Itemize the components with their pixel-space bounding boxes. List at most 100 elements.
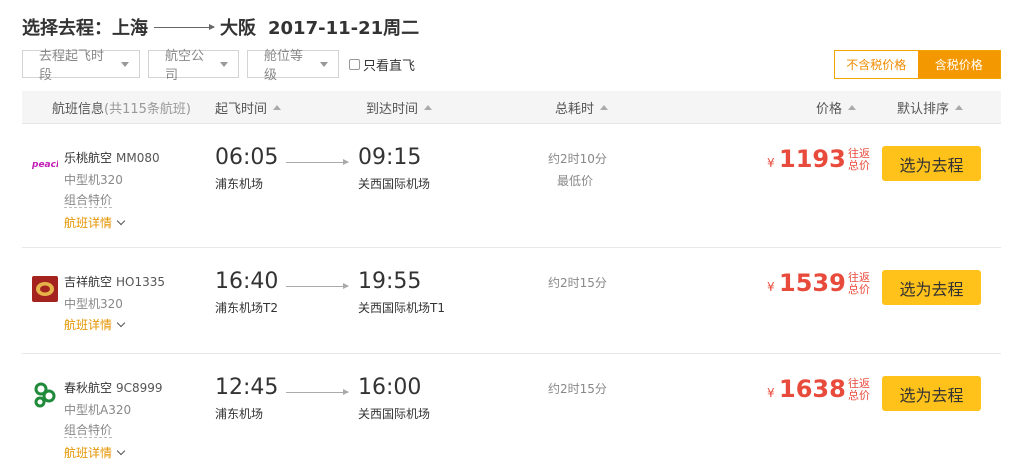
select-outbound-button[interactable]: 选为去程 <box>882 146 981 181</box>
currency-symbol: ¥ <box>767 280 775 294</box>
flight-price: 1539 <box>779 269 846 297</box>
sort-depart-time[interactable]: 起飞时间 <box>215 91 282 124</box>
aircraft-type: 中型机320 <box>64 297 123 311</box>
flight-arrow-icon <box>286 159 349 165</box>
flight-number: 9C8999 <box>116 381 163 395</box>
include-tax-option[interactable]: 含税价格 <box>917 51 1000 78</box>
flight-price: 1638 <box>779 375 846 403</box>
flight-number: MM080 <box>116 151 160 165</box>
dropdown-label: 航空公司 <box>165 49 205 83</box>
airline-name: 乐桃航空 <box>64 151 113 165</box>
sort-arrive-time[interactable]: 到达时间 <box>366 91 433 124</box>
flight-detail-label: 航班详情 <box>64 216 113 230</box>
combo-deal-label[interactable]: 组合特价 <box>64 193 113 208</box>
arrive-time: 09:15 <box>358 145 422 170</box>
direct-only-filter[interactable]: 只看直飞 <box>349 55 415 74</box>
juneyao-logo-icon <box>32 276 58 302</box>
sort-arrow-icon <box>848 105 857 110</box>
route-arrow-icon <box>154 23 215 30</box>
flight-row: 春秋航空 9C8999 中型机A320 组合特价 航班详情 12:45 浦东机场 … <box>22 354 1001 474</box>
flight-row: peach 乐桃航空MM080 中型机320 组合特价 航班详情 06:05 浦… <box>22 124 1001 248</box>
airline-name: 吉祥航空 <box>64 275 113 289</box>
arrive-airport: 关西国际机场 <box>358 407 431 421</box>
select-outbound-button[interactable]: 选为去程 <box>882 376 981 411</box>
sort-default[interactable]: 默认排序 <box>897 91 964 124</box>
chevron-down-icon <box>116 318 126 328</box>
cabin-class-dropdown[interactable]: 舱位等级 <box>247 49 339 83</box>
sort-arrow-icon <box>273 105 282 110</box>
svg-text:peach: peach <box>32 160 58 170</box>
depart-time: 06:05 <box>215 145 279 170</box>
flight-number: HO1335 <box>116 275 166 289</box>
from-city: 上海 <box>112 18 148 39</box>
tax-price-toggle: 不含税价格 含税价格 <box>834 50 1001 79</box>
flight-price: 1193 <box>779 145 846 173</box>
combo-deal-label[interactable]: 组合特价 <box>64 423 113 438</box>
caret-down-icon <box>320 61 328 67</box>
to-city: 大阪 <box>220 18 256 39</box>
flight-detail-label: 航班详情 <box>64 318 113 332</box>
flight-detail-toggle[interactable]: 航班详情 <box>64 214 126 231</box>
arrive-time: 19:55 <box>358 269 422 294</box>
aircraft-type: 中型机320 <box>64 173 123 187</box>
caret-down-icon <box>220 61 228 67</box>
flight-duration: 约2时15分 <box>548 382 607 396</box>
flight-airline: 乐桃航空 MM080 <box>64 149 160 166</box>
filter-bar: 去程起飞时段 航空公司 舱位等级 只看直飞 <box>22 49 415 83</box>
depart-time: 16:40 <box>215 269 279 294</box>
direct-only-checkbox[interactable] <box>349 58 360 70</box>
depart-airport: 浦东机场T2 <box>215 301 278 315</box>
airline-dropdown[interactable]: 航空公司 <box>148 49 239 83</box>
peach-logo-icon: peach <box>32 160 58 170</box>
sort-arrow-icon <box>955 105 964 110</box>
flight-detail-toggle[interactable]: 航班详情 <box>64 316 126 333</box>
lowest-price-tag: 最低价 <box>557 174 594 188</box>
depart-time: 12:45 <box>215 375 279 400</box>
flight-table-header: 航班信息 (共115条航班) 起飞时间 到达时间 总耗时 价格 默认排序 <box>22 91 1001 124</box>
chevron-down-icon <box>116 446 126 456</box>
round-trip-note: 往返总价 <box>848 377 870 402</box>
round-trip-note: 往返总价 <box>848 271 870 296</box>
flight-airline: 吉祥航空 HO1335 <box>64 273 165 290</box>
flight-row: 吉祥航空 HO1335 中型机320 航班详情 16:40 浦东机场T2 19:5… <box>22 248 1001 354</box>
arrive-time: 16:00 <box>358 375 422 400</box>
default-sort-label: 默认排序 <box>897 102 950 117</box>
airline-name: 春秋航空 <box>64 381 113 395</box>
sort-price[interactable]: 价格 <box>816 91 857 124</box>
flight-duration: 约2时10分 <box>548 152 607 166</box>
sort-duration[interactable]: 总耗时 <box>555 91 609 124</box>
caret-down-icon <box>121 61 129 67</box>
flight-arrow-icon <box>286 283 349 289</box>
depart-airport: 浦东机场 <box>215 407 264 421</box>
flight-arrow-icon <box>286 389 349 395</box>
flight-info-header: 航班信息 (共115条航班) <box>52 91 191 124</box>
exclude-tax-option[interactable]: 不含税价格 <box>835 51 918 78</box>
spring-airlines-logo-icon <box>34 382 56 408</box>
price-header-label: 价格 <box>816 102 843 117</box>
arrive-airport: 关西国际机场 <box>358 177 431 191</box>
page-title: 选择去程： 上海 大阪 2017-11-21周二 <box>22 12 419 42</box>
arrive-header-label: 到达时间 <box>366 102 419 117</box>
flight-count: (共115条航班) <box>104 102 191 117</box>
travel-date: 2017-11-21周二 <box>268 18 420 39</box>
flight-info-label: 航班信息 <box>52 102 105 117</box>
depart-header-label: 起飞时间 <box>215 102 268 117</box>
sort-arrow-icon <box>600 105 609 110</box>
flight-detail-label: 航班详情 <box>64 446 113 460</box>
duration-header-label: 总耗时 <box>555 102 595 117</box>
direct-only-label: 只看直飞 <box>363 58 416 74</box>
select-outbound-button[interactable]: 选为去程 <box>882 270 981 305</box>
sort-arrow-icon <box>424 105 433 110</box>
depart-airport: 浦东机场 <box>215 177 264 191</box>
currency-symbol: ¥ <box>767 156 775 170</box>
flight-duration: 约2时15分 <box>548 276 607 290</box>
flight-detail-toggle[interactable]: 航班详情 <box>64 444 126 461</box>
arrive-airport: 关西国际机场T1 <box>358 301 445 315</box>
chevron-down-icon <box>116 216 126 226</box>
departure-time-dropdown[interactable]: 去程起飞时段 <box>22 49 140 83</box>
aircraft-type: 中型机A320 <box>64 403 132 417</box>
title-prefix: 选择去程： <box>22 18 112 39</box>
flight-airline: 春秋航空 9C8999 <box>64 379 163 396</box>
currency-symbol: ¥ <box>767 386 775 400</box>
round-trip-note: 往返总价 <box>848 147 870 172</box>
